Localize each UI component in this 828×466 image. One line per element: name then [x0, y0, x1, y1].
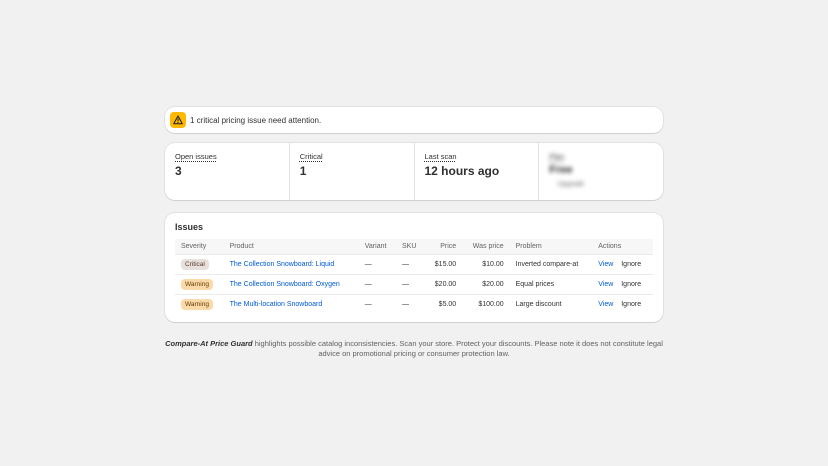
view-button[interactable]: View	[598, 281, 613, 288]
table-row: Critical The Collection Snowboard: Liqui…	[175, 254, 653, 275]
severity-badge: Critical	[181, 259, 209, 270]
stat-critical: Critical 1	[290, 143, 415, 200]
sku-cell: —	[396, 254, 426, 275]
column-header: Product	[229, 243, 254, 250]
view-button[interactable]: View	[598, 261, 613, 268]
warning-icon	[170, 112, 186, 128]
column-header: SKU	[402, 243, 417, 250]
sku-cell: —	[396, 294, 426, 314]
footer-disclaimer: Compare-At Price Guard highlights possib…	[165, 339, 663, 359]
problem-cell: Large discount	[509, 294, 593, 314]
product-link[interactable]: The Collection Snowboard: Liquid	[230, 261, 335, 268]
ignore-button[interactable]: Ignore	[621, 261, 641, 268]
stat-value: 1	[299, 164, 307, 178]
severity-badge: Warning	[181, 279, 213, 290]
was-price-cell: $10.00	[462, 254, 510, 275]
product-link[interactable]: The Multi-location Snowboard	[230, 301, 323, 308]
was-price-cell: $20.00	[462, 274, 510, 295]
issues-table: Severity Product Variant SKU Price Was p…	[175, 239, 653, 314]
plan-upgrade-link[interactable]: Upgrade	[557, 181, 653, 188]
column-header: Actions	[598, 243, 622, 250]
table-header-row: Severity Product Variant SKU Price Was p…	[175, 239, 653, 255]
stat-plan: Plan Free Upgrade	[539, 143, 663, 200]
ignore-button[interactable]: Ignore	[621, 281, 641, 288]
column-header: Problem	[515, 243, 542, 250]
issues-title: Issues	[175, 222, 204, 232]
table-row: Warning The Multi-location Snowboard — —…	[175, 294, 653, 314]
problem-cell: Inverted compare-at	[509, 254, 593, 275]
stat-label[interactable]: Plan	[549, 152, 653, 161]
stat-open-issues: Open issues 3	[165, 143, 290, 200]
table-row: Warning The Collection Snowboard: Oxygen…	[175, 274, 653, 295]
critical-issues-banner: 1 critical pricing issue need attention.	[165, 107, 663, 133]
sku-cell: —	[396, 274, 426, 295]
severity-badge: Warning	[181, 299, 213, 310]
banner-text: 1 critical pricing issue need attention.	[190, 115, 322, 125]
footer-app-name: Compare-At Price Guard	[165, 339, 253, 348]
column-header: Variant	[364, 243, 387, 250]
stat-label[interactable]: Open issues	[175, 152, 279, 161]
stat-last-scan: Last scan 12 hours ago	[415, 143, 540, 200]
issues-card: Issues Severity Product Variant SKU Pric…	[165, 213, 663, 322]
stat-label[interactable]: Last scan	[425, 152, 529, 161]
stat-value: Free	[549, 164, 573, 176]
price-cell: $5.00	[425, 294, 463, 314]
price-cell: $15.00	[425, 254, 463, 275]
ignore-button[interactable]: Ignore	[621, 301, 641, 308]
price-cell: $20.00	[425, 274, 463, 295]
view-button[interactable]: View	[598, 301, 613, 308]
column-header: Was price	[472, 243, 504, 250]
footer-text: highlights possible catalog inconsistenc…	[252, 339, 663, 358]
stat-value: 12 hours ago	[424, 164, 500, 178]
stat-value: 3	[175, 164, 182, 178]
problem-cell: Equal prices	[509, 274, 593, 295]
variant-cell: —	[358, 274, 397, 295]
stat-label[interactable]: Critical	[300, 152, 404, 161]
product-link[interactable]: The Collection Snowboard: Oxygen	[230, 281, 340, 288]
variant-cell: —	[358, 254, 397, 275]
stats-panel: Open issues 3 Critical 1 Last scan 12 ho…	[165, 143, 663, 200]
column-header: Severity	[181, 243, 207, 250]
variant-cell: —	[358, 294, 397, 314]
column-header: Price	[440, 243, 457, 250]
was-price-cell: $100.00	[462, 294, 510, 314]
